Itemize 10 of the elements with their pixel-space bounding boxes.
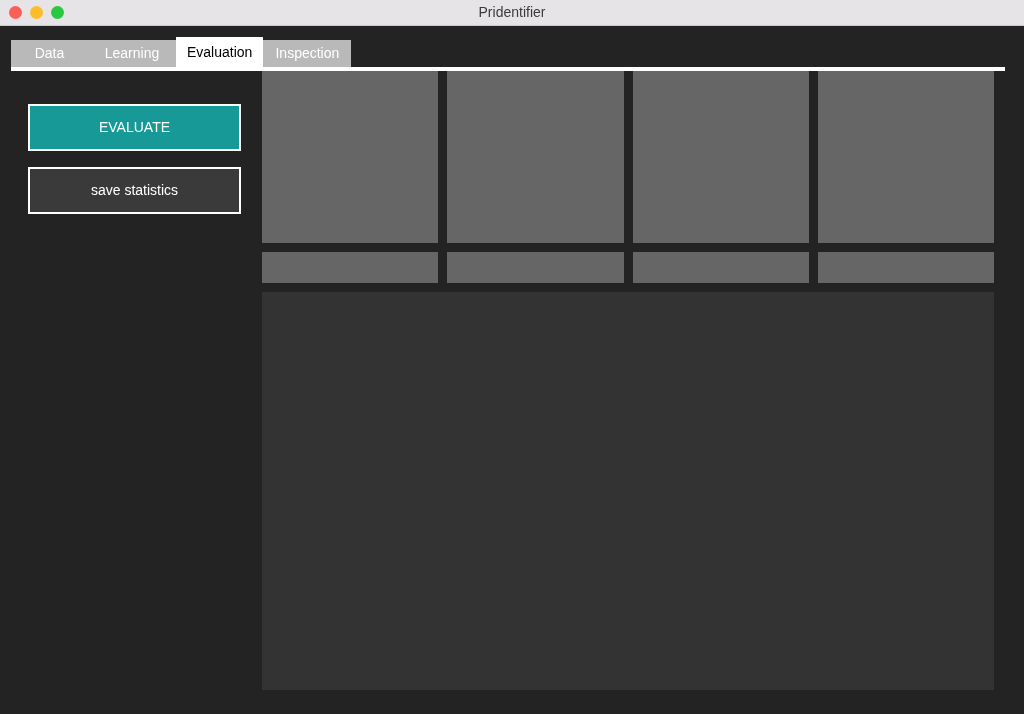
maximize-icon[interactable] [51,6,64,19]
tab[interactable]: Inspection [263,40,352,67]
action-button[interactable]: EVALUATE [28,104,241,151]
tab[interactable]: Learning [88,40,176,67]
close-icon[interactable] [9,6,22,19]
tab[interactable]: Evaluation [176,37,264,67]
action-button[interactable]: save statistics [28,167,241,214]
window-title: Pridentifier [478,3,546,22]
minimize-icon[interactable] [30,6,43,19]
tab[interactable]: Data [11,40,88,67]
